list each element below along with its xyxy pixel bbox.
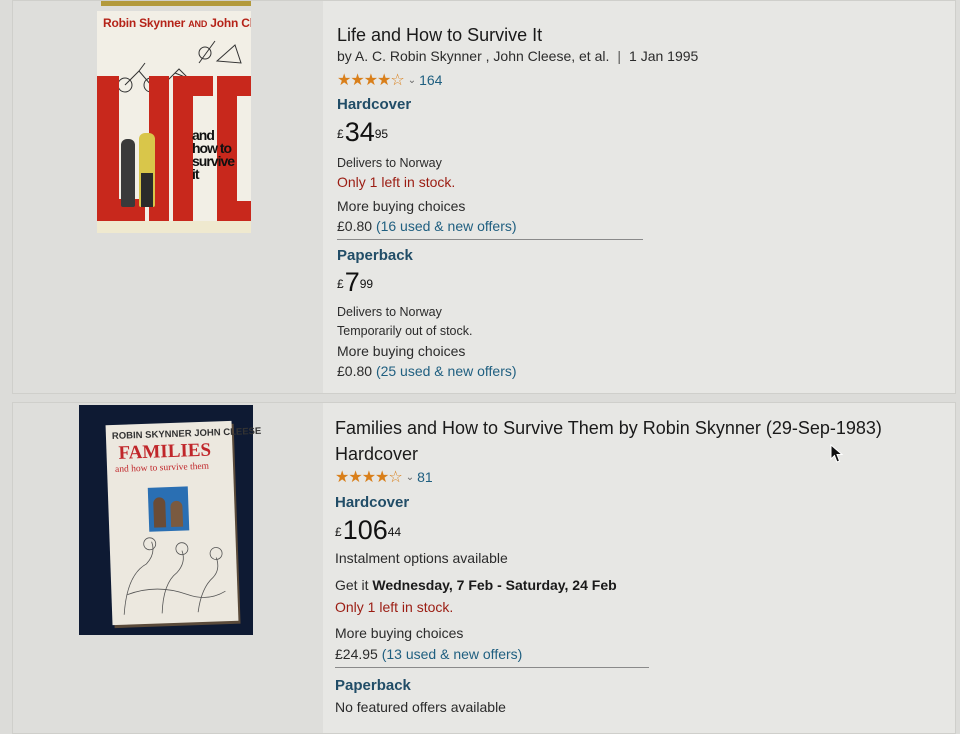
star-rating-icon: ★★★★☆ [335, 469, 403, 486]
search-result-card: ROBIN SKYNNER JOHN CLEESE FAMILIES and h… [12, 402, 956, 734]
star-rating-icon: ★★★★☆ [337, 72, 405, 89]
chevron-down-icon[interactable]: ⌄ [408, 75, 416, 86]
book-cover-image[interactable]: ROBIN SKYNNER JOHN CLEESE FAMILIES and h… [79, 405, 261, 635]
format-divider [337, 239, 643, 240]
cover-title: FAMILIES [118, 439, 212, 464]
used-new-offers[interactable]: £0.80 (16 used & new offers) [337, 218, 517, 234]
format-link-hardcover[interactable]: Hardcover [337, 96, 411, 113]
format-link-paperback[interactable]: Paperback [335, 677, 411, 694]
search-result-card: Robin Skynner AND John Cleese and how to… [12, 0, 956, 394]
cover-line-drawing [123, 537, 226, 615]
cover-subtitle: and how to survive it [192, 127, 235, 182]
byline-separator: | [617, 48, 622, 64]
price[interactable]: £3495 [337, 119, 388, 146]
cover-figure-man [121, 139, 135, 207]
mouse-cursor-icon [830, 444, 844, 463]
cover-letter-f-top [173, 76, 213, 96]
more-buying-choices-label: More buying choices [337, 198, 466, 214]
product-title-link[interactable]: Families and How to Survive Them by Robi… [335, 415, 882, 467]
instalment-info: Instalment options available [335, 550, 508, 566]
previous-item-strip [101, 1, 251, 6]
chevron-down-icon[interactable]: ⌄ [406, 472, 414, 483]
cover-subtitle: and how to survive them [114, 461, 210, 475]
format-divider [335, 667, 649, 668]
used-new-offers-link[interactable]: (16 used & new offers) [376, 218, 517, 234]
used-new-offers-link[interactable]: (13 used & new offers) [382, 646, 523, 662]
cover-bottom-band [97, 221, 251, 233]
author-links[interactable]: by A. C. Robin Skynner , John Cleese, et… [337, 48, 609, 64]
book-cover-image[interactable]: Robin Skynner AND John Cleese and how to… [97, 11, 251, 233]
no-offers-text: No featured offers available [335, 699, 506, 715]
cover-photo [147, 486, 190, 532]
cover-letter-f [173, 76, 193, 221]
rating-count-link[interactable]: 164 [419, 72, 442, 88]
cover-letter-e-top [217, 76, 251, 96]
stock-status: Only 1 left in stock. [335, 599, 454, 615]
used-new-offers[interactable]: £0.80 (25 used & new offers) [337, 363, 517, 379]
used-new-offers-link[interactable]: (25 used & new offers) [376, 363, 517, 379]
cover-letter-e-bottom [217, 201, 251, 221]
more-buying-choices-label: More buying choices [335, 625, 464, 641]
delivery-info: Delivers to Norway [337, 305, 442, 319]
rating-count-link[interactable]: 81 [417, 469, 433, 485]
delivery-estimate: Get it Wednesday, 7 Feb - Saturday, 24 F… [335, 577, 617, 593]
product-byline: by A. C. Robin Skynner , John Cleese, et… [337, 48, 698, 64]
used-new-offers[interactable]: £24.95 (13 used & new offers) [335, 646, 522, 662]
format-link-paperback[interactable]: Paperback [337, 247, 413, 264]
stock-status: Only 1 left in stock. [337, 174, 456, 190]
format-link-hardcover[interactable]: Hardcover [335, 494, 409, 511]
cover-figure-man [139, 133, 155, 207]
price[interactable]: £799 [337, 269, 373, 296]
product-image-column: Robin Skynner AND John Cleese and how to… [13, 1, 323, 393]
cover-authors: Robin Skynner AND John Cleese [103, 16, 251, 30]
stock-status: Temporarily out of stock. [337, 324, 473, 338]
publication-date: 1 Jan 1995 [629, 48, 699, 64]
price[interactable]: £10644 [335, 517, 401, 544]
delivery-info: Delivers to Norway [337, 156, 442, 170]
star-rating[interactable]: ★★★★☆ ⌄ 81 [335, 467, 433, 487]
cover-book: ROBIN SKYNNER JOHN CLEESE FAMILIES and h… [105, 420, 261, 626]
product-title-link[interactable]: Life and How to Survive It [337, 25, 542, 46]
star-rating[interactable]: ★★★★☆ ⌄ 164 [337, 70, 442, 90]
product-image-column: ROBIN SKYNNER JOHN CLEESE FAMILIES and h… [13, 403, 323, 733]
more-buying-choices-label: More buying choices [337, 343, 466, 359]
